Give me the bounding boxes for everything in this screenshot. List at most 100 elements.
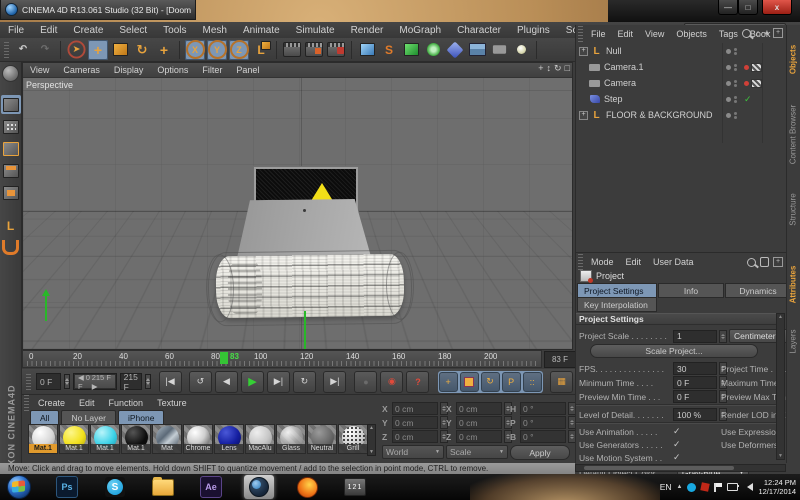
move-tool-button[interactable]: + xyxy=(88,39,108,60)
deformer-button[interactable] xyxy=(445,40,465,60)
menu-animate[interactable]: Animate xyxy=(235,25,288,36)
undo-button[interactable]: ↶ xyxy=(13,40,33,60)
selected-object-row[interactable]: Project xyxy=(580,270,624,283)
taskbar-firefox[interactable] xyxy=(292,475,322,499)
lod-field[interactable]: 100 % xyxy=(673,408,717,421)
om-menu-edit[interactable]: Edit xyxy=(612,29,640,39)
vp-menu-options[interactable]: Options xyxy=(150,65,195,75)
spline-pen-button[interactable]: S xyxy=(379,40,399,60)
menu-plugins[interactable]: Plugins xyxy=(509,25,558,36)
maximize-button[interactable]: □ xyxy=(738,0,758,15)
rot-p-field[interactable]: 0 ° xyxy=(520,416,566,429)
render-settings-button[interactable] xyxy=(326,40,346,60)
viewport-rotate-icon[interactable]: ↻ xyxy=(554,63,562,74)
om-menu-objects[interactable]: Objects xyxy=(670,29,713,39)
side-tab-layers[interactable]: Layers xyxy=(789,322,798,362)
environment-button[interactable] xyxy=(467,40,487,60)
am-menu-userdata[interactable]: User Data xyxy=(647,257,700,267)
viewport-pan-icon[interactable]: + xyxy=(538,63,543,74)
mograph-button[interactable] xyxy=(423,40,443,60)
attributes-vscrollbar[interactable]: ▲ ▼ xyxy=(776,313,785,460)
record-button[interactable]: ● xyxy=(354,370,378,393)
path-icon[interactable]: + xyxy=(773,28,783,38)
history-icon[interactable]: + xyxy=(773,257,783,267)
make-editable-button[interactable] xyxy=(1,64,21,83)
vp-menu-view[interactable]: View xyxy=(23,65,56,75)
side-tab-content-browser[interactable]: Content Browser xyxy=(789,100,798,170)
om-menu-view[interactable]: View xyxy=(639,29,670,39)
action-center-flag-icon[interactable] xyxy=(714,482,722,492)
current-frame-marker[interactable] xyxy=(220,352,228,364)
mat-menu-function[interactable]: Function xyxy=(102,398,151,408)
material-thumb[interactable]: Mat xyxy=(152,424,182,454)
expand-icon[interactable]: + xyxy=(579,110,588,120)
layer-tab-all[interactable]: All xyxy=(30,410,60,425)
material-scrollbar[interactable]: ▲ ▼ xyxy=(367,424,376,456)
language-indicator[interactable]: EN xyxy=(660,482,672,492)
search-icon[interactable] xyxy=(747,257,756,267)
tab-project-settings[interactable]: Project Settings xyxy=(577,283,657,298)
material-thumb[interactable]: Mat.1 xyxy=(28,424,58,454)
size-x-field[interactable]: 0 cm xyxy=(456,402,502,415)
visibility-toggles[interactable] xyxy=(726,47,737,55)
material-thumb[interactable]: Neutral xyxy=(307,424,337,454)
object-row-null[interactable]: + L Null xyxy=(576,43,786,59)
apply-button[interactable]: Apply xyxy=(510,445,570,460)
previous-frame-button[interactable]: ◀ xyxy=(214,370,238,393)
key-scale-button[interactable] xyxy=(459,371,479,392)
goto-start-button[interactable]: |◀ xyxy=(158,370,182,393)
pos-y-field[interactable]: 0 cm xyxy=(392,416,438,429)
mat-menu-create[interactable]: Create xyxy=(31,398,72,408)
vp-menu-display[interactable]: Display xyxy=(107,65,151,75)
material-thumb[interactable]: Mat.1 xyxy=(90,424,120,454)
texture-mode-button[interactable] xyxy=(1,183,21,202)
visibility-toggles[interactable] xyxy=(726,111,737,119)
scale-project-button[interactable]: Scale Project... xyxy=(590,344,758,358)
menu-create[interactable]: Create xyxy=(65,25,111,36)
tray-skype-icon[interactable] xyxy=(687,482,697,492)
viewport-zoom-icon[interactable]: ↕ xyxy=(547,63,552,74)
side-tab-structure[interactable]: Structure xyxy=(789,190,798,230)
max-frame-spinner[interactable] xyxy=(145,374,152,389)
coordinate-system-button[interactable]: L xyxy=(251,40,271,60)
material-thumb[interactable]: Mat.1 xyxy=(59,424,89,454)
tray-antivirus-icon[interactable] xyxy=(700,482,711,492)
material-thumb[interactable]: Glass xyxy=(276,424,306,454)
visibility-toggles[interactable] xyxy=(726,95,737,103)
key-parameter-button[interactable]: P xyxy=(501,371,521,392)
points-mode-button[interactable] xyxy=(1,117,21,136)
tab-info[interactable]: Info xyxy=(658,283,724,298)
key-rotation-button[interactable]: ↻ xyxy=(480,371,500,392)
play-backwards-button[interactable]: ↺ xyxy=(188,370,212,393)
play-button[interactable]: ▶ xyxy=(240,370,264,393)
min-frame-field[interactable]: 0 F xyxy=(36,373,61,390)
viewport-toggle-icon[interactable]: □ xyxy=(565,63,570,74)
live-selection-button[interactable]: ➤ xyxy=(66,40,86,60)
tab-key-interpolation[interactable]: Key Interpolation xyxy=(577,297,657,312)
material-thumb[interactable]: MacAlu xyxy=(245,424,275,454)
model-mode-button[interactable] xyxy=(0,95,21,114)
material-thumb[interactable]: Mat.1 xyxy=(121,424,151,454)
search-icon[interactable] xyxy=(742,28,752,38)
render-view-button[interactable] xyxy=(282,40,302,60)
menu-mesh[interactable]: Mesh xyxy=(195,25,235,36)
use-generators-checkbox[interactable]: ✓ xyxy=(673,439,681,450)
use-motion-system-checkbox[interactable]: ✓ xyxy=(673,452,681,463)
home-icon[interactable]: ⌂ xyxy=(755,28,760,38)
frame-range-slider[interactable]: ◀ 0 F 215 F ▶ xyxy=(72,373,117,391)
taskbar-cinema4d[interactable] xyxy=(244,475,274,499)
project-scale-field[interactable]: 1 xyxy=(673,329,717,343)
max-frame-field[interactable]: 215 F xyxy=(119,372,143,392)
scale-tool-button[interactable] xyxy=(110,40,130,60)
last-tool-button[interactable]: + xyxy=(154,40,174,60)
menu-mograph[interactable]: MoGraph xyxy=(391,25,449,36)
menu-file[interactable]: File xyxy=(0,25,32,36)
coord-space-dropdown[interactable]: World ▼ xyxy=(382,445,444,459)
goto-end-button[interactable]: ▶| xyxy=(323,370,347,393)
taskbar-media-player[interactable]: 121 xyxy=(340,475,370,499)
battery-icon[interactable] xyxy=(727,483,740,491)
use-animation-checkbox[interactable]: ✓ xyxy=(673,426,681,437)
vp-menu-panel[interactable]: Panel xyxy=(229,65,266,75)
camera-button[interactable] xyxy=(489,40,509,60)
mat-menu-texture[interactable]: Texture xyxy=(150,398,194,408)
